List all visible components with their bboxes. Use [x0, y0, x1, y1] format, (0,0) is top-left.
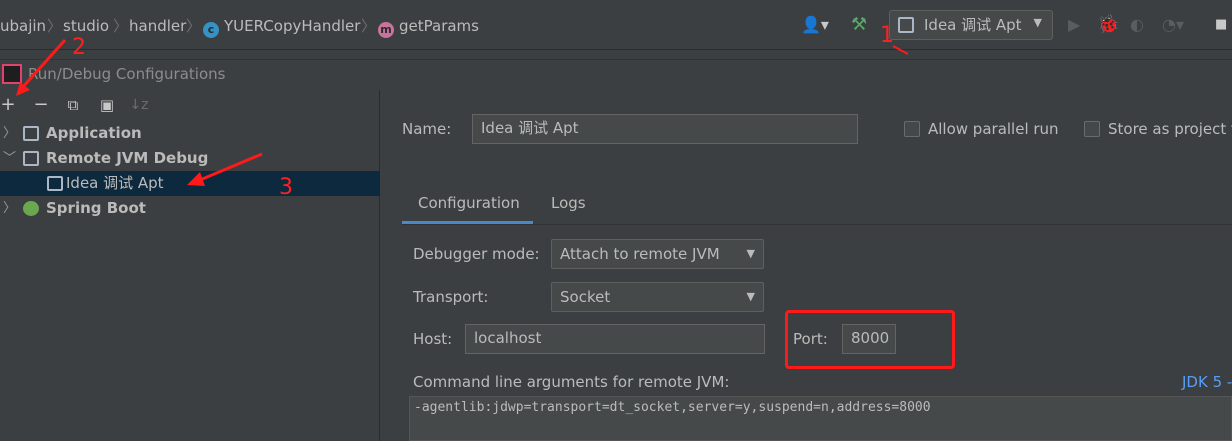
annotation-arrows: [16, 38, 909, 186]
annotation-arrowhead-3: [187, 172, 205, 186]
annotation-arrow-2: [20, 38, 67, 90]
annotation-arrowhead-2: [16, 82, 30, 96]
annotation-arrow-3: [199, 152, 263, 182]
annotation-arrow-1: [892, 45, 909, 55]
